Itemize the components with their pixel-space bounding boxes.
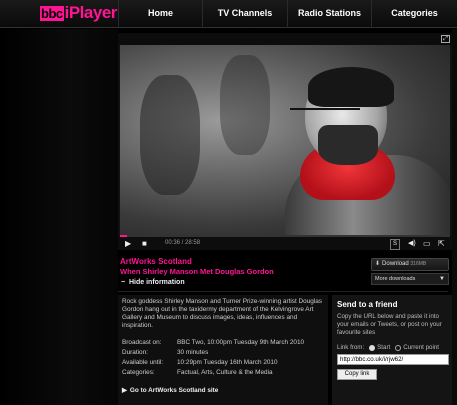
right-background — [452, 29, 457, 405]
nav-home[interactable]: Home — [118, 0, 202, 28]
share-url-field[interactable]: http://bbc.co.uk/i/rjw62/ — [337, 354, 449, 365]
left-background — [0, 29, 118, 405]
popout-icon[interactable]: ⇱ — [438, 239, 445, 248]
meta-value: 30 minutes — [177, 349, 209, 356]
programme-meta: Broadcast on: BBC Two, 10:00pm Tuesday 9… — [122, 339, 322, 379]
hide-information-toggle[interactable]: − Hide information — [120, 279, 185, 286]
player-controls: ▶ ■ 00:36 / 28:58 S ◀) ▭ ⇱ — [118, 235, 452, 250]
minus-icon: − — [120, 279, 126, 286]
main-nav: Home TV Channels Radio Stations Categori… — [118, 0, 457, 28]
expand-icon[interactable]: ⤢ — [441, 35, 450, 43]
video-player[interactable]: ⤢ ▶ ■ 00:36 / 28:58 S ◀) ▭ ⇱ — [118, 33, 452, 250]
send-description: Copy the URL below and paste it into you… — [337, 313, 442, 336]
chevron-down-icon: ▼ — [439, 276, 445, 282]
meta-key: Available until: — [122, 359, 164, 366]
person-glasses — [290, 108, 360, 122]
subtitles-button[interactable]: S — [390, 239, 401, 250]
link-from-label: Link from: — [337, 344, 365, 351]
volume-icon[interactable]: ◀) — [408, 239, 416, 248]
series-title[interactable]: ArtWorks Scotland — [120, 257, 192, 266]
meta-row: Categories: Factual, Arts, Culture & the… — [122, 369, 322, 379]
stop-icon[interactable]: ■ — [142, 239, 147, 248]
play-icon[interactable]: ▶ — [125, 239, 131, 248]
fullscreen-icon[interactable]: ▭ — [423, 239, 431, 248]
download-size: 316MB — [410, 261, 427, 267]
episode-title: When Shirley Manson Met Douglas Gordon — [120, 267, 274, 276]
radio-current-point[interactable] — [395, 344, 402, 351]
description-panel: Rock goddess Shirley Manson and Turner P… — [118, 295, 328, 405]
download-button[interactable]: ⬇ Download 316MB — [371, 258, 449, 271]
progress-fill — [120, 235, 127, 237]
download-label: Download — [382, 261, 409, 267]
programme-description: Rock goddess Shirley Manson and Turner P… — [122, 298, 322, 329]
meta-value[interactable]: Factual, Arts, Culture & the Media — [177, 369, 273, 379]
background-tree — [220, 55, 270, 155]
meta-row: Broadcast on: BBC Two, 10:00pm Tuesday 9… — [122, 339, 322, 349]
radio-current-point-label: Current point — [403, 344, 440, 351]
send-to-friend-panel: Send to a friend Copy the URL below and … — [332, 295, 452, 405]
radio-start-label: Start — [377, 344, 391, 351]
meta-row: Available until: 10:29pm Tuesday 16th Ma… — [122, 359, 322, 369]
download-icon: ⬇ — [375, 261, 381, 267]
programme-info: ArtWorks Scotland When Shirley Manson Me… — [118, 254, 368, 289]
progress-bar[interactable] — [120, 235, 450, 237]
meta-key: Categories: — [122, 369, 155, 376]
person-hair — [308, 67, 394, 107]
goto-series-label: Go to ArtWorks Scotland site — [129, 387, 219, 394]
meta-key: Duration: — [122, 349, 148, 356]
meta-key: Broadcast on: — [122, 339, 162, 346]
copy-link-button[interactable]: Copy link — [337, 369, 377, 380]
meta-row: Duration: 30 minutes — [122, 349, 322, 359]
meta-value: BBC Two, 10:00pm Tuesday 9th March 2010 — [177, 339, 305, 346]
nav-radio-stations[interactable]: Radio Stations — [287, 0, 371, 28]
nav-tv-channels[interactable]: TV Channels — [202, 0, 287, 28]
more-downloads-label: More downloads — [375, 276, 416, 282]
nav-categories[interactable]: Categories — [371, 0, 457, 28]
header-bar: bbc iPlayer Home TV Channels Radio Statio… — [0, 0, 457, 28]
iplayer-logo[interactable]: bbc iPlayer — [40, 3, 117, 23]
chevron-right-icon: ▶ — [122, 387, 127, 394]
goto-series-link[interactable]: ▶ Go to ArtWorks Scotland site — [122, 386, 218, 394]
link-from-options: Link from: Start Current point — [337, 344, 439, 351]
time-readout: 00:36 / 28:58 — [165, 240, 201, 246]
send-title: Send to a friend — [337, 300, 398, 309]
player-top-bar: ⤢ — [118, 33, 452, 45]
radio-start[interactable] — [369, 344, 376, 351]
video-frame[interactable] — [120, 45, 450, 235]
meta-value: 10:29pm Tuesday 16th March 2010 — [177, 359, 278, 366]
person-beard — [318, 125, 378, 165]
hide-information-label: Hide information — [129, 279, 185, 286]
more-downloads-dropdown[interactable]: More downloads ▼ — [371, 273, 449, 285]
divider — [118, 291, 448, 292]
background-tree — [140, 75, 200, 195]
